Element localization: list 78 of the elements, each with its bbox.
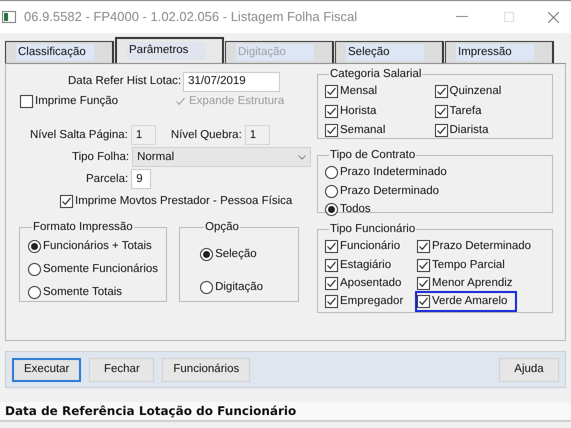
checkbox[interactable] [434,124,448,137]
field-label: Nível Salta Página: [30,128,128,143]
action-button[interactable]: Executar [12,358,82,382]
checkbox[interactable] [325,295,338,308]
close-icon[interactable] [548,12,559,22]
checkbox-label: Tempo Parcial [432,258,505,272]
checkbox[interactable] [434,104,448,118]
minimize-icon[interactable] [456,16,468,18]
group-title: Categoria Salarial [329,67,422,82]
field-label: Data Refer Hist Lotac: [68,74,182,90]
chevron-down-icon [298,154,306,160]
checkbox-label: Menor Aprendiz [432,276,513,291]
checkbox-label: Aposentado [340,276,402,291]
radio-label: Seleção [215,246,257,262]
checkbox-label: Diarista [450,122,488,138]
checkbox-label: Imprime Função [35,94,118,109]
checkbox-label: Horista [340,104,376,118]
field-label: Tipo Folha: [72,150,130,165]
dropdown[interactable]: Normal [132,147,311,168]
radio-button[interactable] [28,240,41,253]
checkbox-label: Imprime Movtos Prestador - Pessoa Física [75,194,292,210]
checkbox[interactable] [325,258,338,272]
radio-button[interactable] [28,286,41,300]
window-title: 06.9.5582 - FP4000 - 1.02.02.056 - Listagem Folha Fiscal [24,8,358,26]
group-title: Formato Impressão [32,220,134,234]
checkbox[interactable] [434,85,448,98]
checkbox[interactable] [417,295,430,308]
input-field[interactable]: 31/07/2019 [183,72,280,92]
radio-button[interactable] [28,263,41,276]
checkbox-label: Verde Amarelo [432,294,508,309]
radio-label: Somente Totais [43,285,122,300]
action-button[interactable]: Fechar [89,358,154,382]
checkbox-label: Tarefa [450,104,482,118]
radio-label: Somente Funcionários [43,262,158,277]
group-title: Tipo de Contrato [329,148,416,163]
input-field[interactable]: 9 [131,169,152,190]
group-title: Opção [204,220,240,234]
input-field[interactable]: 1 [130,125,156,146]
tab[interactable]: Parâmetros [115,37,224,63]
checkbox-label: Prazo Determinado [432,239,532,254]
radio-button[interactable] [200,248,214,261]
radio-label: Prazo Determinado [340,184,440,198]
input-field[interactable]: 1 [244,125,270,146]
checkbox-label: Expande Estrutura [189,94,284,109]
checkbox[interactable] [325,240,338,254]
checkbox[interactable] [417,276,430,290]
radio-button[interactable] [325,202,338,216]
status-text: Data de Referência Lotação do Funcionário [5,403,296,420]
checkbox[interactable] [60,195,73,208]
checkbox-label: Funcionário [340,239,400,254]
group-title: Tipo Funcionário [329,222,416,237]
tab[interactable]: Impressão [445,41,554,63]
help-button[interactable]: Ajuda [499,358,559,382]
action-button[interactable]: Funcionários [162,358,250,382]
checkbox[interactable] [325,124,338,137]
radio-label: Funcionários + Totais [43,238,152,254]
radio-button[interactable] [200,281,214,294]
checkbox[interactable] [20,95,33,108]
radio-label: Prazo Indeterminado [340,165,447,180]
checkbox[interactable] [325,104,338,118]
field-label: Nível Quebra: [170,128,242,143]
checkbox-label: Quinzenal [450,84,502,100]
checkbox[interactable] [417,240,430,254]
radio-button[interactable] [325,166,338,180]
checkbox-label: Semanal [340,122,386,138]
checkbox-label: Empregador [340,294,404,309]
checkbox[interactable] [325,85,338,98]
radio-label: Todos [340,202,371,217]
checkbox[interactable] [417,258,430,272]
checkbox-label: Estagiário [340,258,392,272]
tab[interactable]: Seleção [335,41,444,63]
checkbox-label: Mensal [340,84,378,100]
dropdown-value: Normal [137,150,174,165]
radio-label: Digitação [215,280,264,295]
tab[interactable]: Classificação [5,41,114,63]
checkbox[interactable] [325,276,338,290]
field-label: Parcela: [86,172,128,187]
radio-button[interactable] [325,184,338,198]
